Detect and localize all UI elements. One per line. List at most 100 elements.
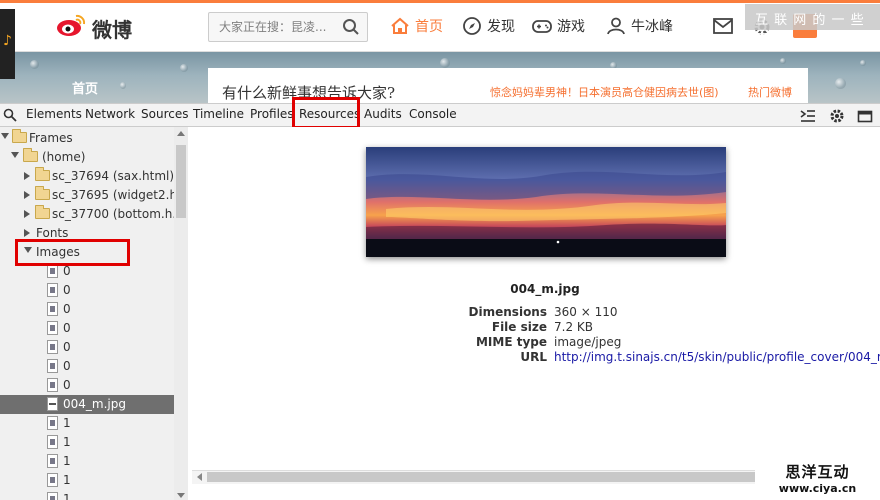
prop-filesize-value: 7.2 KB: [554, 320, 593, 334]
weibo-logo-icon[interactable]: [56, 14, 86, 38]
tab-elements[interactable]: Elements: [26, 107, 82, 121]
horizontal-scroll-thumb[interactable]: [207, 472, 767, 482]
tree-image-item[interactable]: 0: [0, 338, 174, 357]
tree-image-item-label: 0: [63, 359, 71, 373]
tree-image-item[interactable]: 1: [0, 452, 174, 471]
tree-image-item[interactable]: 0: [0, 281, 174, 300]
prop-dimensions-value: 360 × 110: [554, 305, 618, 319]
nav-home[interactable]: 首页: [390, 16, 443, 36]
search-input[interactable]: [219, 13, 339, 41]
tree-image-item[interactable]: 1: [0, 471, 174, 490]
nav-discover-label: 发现: [487, 19, 515, 35]
prop-mimetype-key: MIME type: [475, 335, 547, 349]
compass-icon: [463, 17, 481, 35]
image-preview: [366, 147, 726, 257]
tab-network[interactable]: Network: [85, 107, 135, 121]
tree-image-item[interactable]: 0: [0, 300, 174, 319]
tree-image-item[interactable]: 0: [0, 319, 174, 338]
tree-image-item[interactable]: 1: [0, 433, 174, 452]
tree-image-item[interactable]: 0: [0, 357, 174, 376]
collapsed-arrow-icon[interactable]: [24, 172, 30, 180]
watermark-bottom: 思洋互动 www.ciya.cn: [755, 458, 880, 500]
scroll-left-arrow[interactable]: [197, 473, 202, 481]
image-file-icon: [47, 454, 58, 468]
tree-image-item[interactable]: 004_m.jpg: [0, 395, 174, 414]
search-box: [208, 12, 368, 42]
weibo-logo-text[interactable]: 微博: [92, 14, 132, 43]
collapsed-arrow-icon[interactable]: [24, 229, 30, 237]
image-file-icon: [47, 416, 58, 430]
images-highlight: [15, 239, 130, 266]
prop-filesize-key: File size: [491, 320, 547, 334]
prop-url-link[interactable]: http://img.t.sinajs.cn/t5/skin/public/pr…: [554, 350, 880, 364]
tree-frame-item-label: sc_37700 (bottom.h...: [52, 207, 184, 221]
tree-image-item[interactable]: 1: [0, 414, 174, 433]
image-file-icon: [47, 378, 58, 392]
show-drawer-icon[interactable]: [800, 109, 816, 123]
tree-home-frame[interactable]: (home): [0, 148, 174, 167]
tree-image-item-label: 0: [63, 321, 71, 335]
tab-sources[interactable]: Sources: [141, 107, 188, 121]
hot-weibo-link[interactable]: 热门微博: [748, 84, 792, 100]
home-icon: [391, 17, 409, 34]
tree-scroll-up-arrow[interactable]: [177, 131, 185, 136]
tree-frame-item-label: sc_37695 (widget2.h...: [52, 188, 188, 202]
tree-home-frame-label: (home): [42, 150, 86, 164]
image-file-icon: [47, 359, 58, 373]
tree-frame-item[interactable]: sc_37694 (sax.html): [0, 167, 174, 186]
resources-tree: Frames (home) sc_37694 (sax.html) sc_37695 …: [0, 127, 188, 500]
gamepad-icon: [532, 20, 552, 33]
nav-games[interactable]: 游戏: [532, 16, 585, 36]
image-file-icon: [47, 302, 58, 316]
watermark-top: 互 联 网 的 一 些 事: [745, 4, 880, 47]
tab-timeline[interactable]: Timeline: [193, 107, 244, 121]
music-player-tab[interactable]: ♪: [0, 9, 15, 79]
image-file-icon: [47, 283, 58, 297]
nav-user[interactable]: 牛冰峰: [606, 16, 673, 36]
devtools-tab-bar: Elements Network Sources Timeline Profil…: [0, 103, 880, 127]
tree-frame-item[interactable]: sc_37700 (bottom.h...: [0, 205, 184, 224]
tree-frame-item-label: sc_37694 (sax.html): [52, 169, 175, 183]
image-file-icon: [47, 397, 58, 411]
expanded-arrow-icon[interactable]: [1, 133, 9, 139]
tree-scroll-down-arrow[interactable]: [177, 493, 185, 498]
tree-image-item-label: 0: [63, 378, 71, 392]
mail-icon[interactable]: [713, 17, 733, 35]
nav-discover[interactable]: 发现: [462, 16, 515, 36]
tree-image-item-label: 004_m.jpg: [63, 397, 126, 411]
nav-accent-line: [0, 0, 880, 3]
tree-image-item[interactable]: 1: [0, 490, 174, 500]
tree-scroll-thumb[interactable]: [176, 145, 186, 218]
image-file-icon: [47, 435, 58, 449]
collapsed-arrow-icon[interactable]: [24, 210, 30, 218]
folder-icon: [35, 167, 50, 181]
dock-side-icon[interactable]: [857, 108, 873, 124]
inspect-search-icon[interactable]: [3, 108, 17, 122]
trending-news-link[interactable]: 惊念妈妈辈男神！日本演员高仓健因病去世(图): [490, 84, 719, 100]
tab-audits[interactable]: Audits: [364, 107, 402, 121]
image-file-icon: [47, 473, 58, 487]
nav-home-label: 首页: [415, 19, 443, 35]
prop-url-key: URL: [520, 350, 547, 364]
tree-frames-label: Frames: [29, 131, 73, 145]
tree-image-item[interactable]: 0: [0, 376, 174, 395]
tree-frames[interactable]: Frames: [0, 129, 174, 148]
folder-icon: [35, 186, 50, 200]
sidebar-home-link[interactable]: 首页: [72, 78, 98, 97]
tab-profiles[interactable]: Profiles: [250, 107, 294, 121]
devtools-settings-gear-icon[interactable]: [829, 108, 845, 124]
tree-image-item-label: 0: [63, 264, 71, 278]
image-file-icon: [47, 264, 58, 278]
tree-image-item-label: 1: [63, 416, 71, 430]
prop-mimetype-value: image/jpeg: [554, 335, 622, 349]
image-file-icon: [47, 321, 58, 335]
tree-frame-item[interactable]: sc_37695 (widget2.h...: [0, 186, 187, 205]
collapsed-arrow-icon[interactable]: [24, 191, 30, 199]
expanded-arrow-icon[interactable]: [11, 152, 19, 158]
folder-icon: [35, 205, 50, 219]
tab-console[interactable]: Console: [409, 107, 457, 121]
search-icon[interactable]: [342, 18, 360, 36]
prop-dimensions-key: Dimensions: [468, 305, 547, 319]
tree-image-item-label: 0: [63, 283, 71, 297]
resources-tab-highlight: [292, 97, 360, 129]
